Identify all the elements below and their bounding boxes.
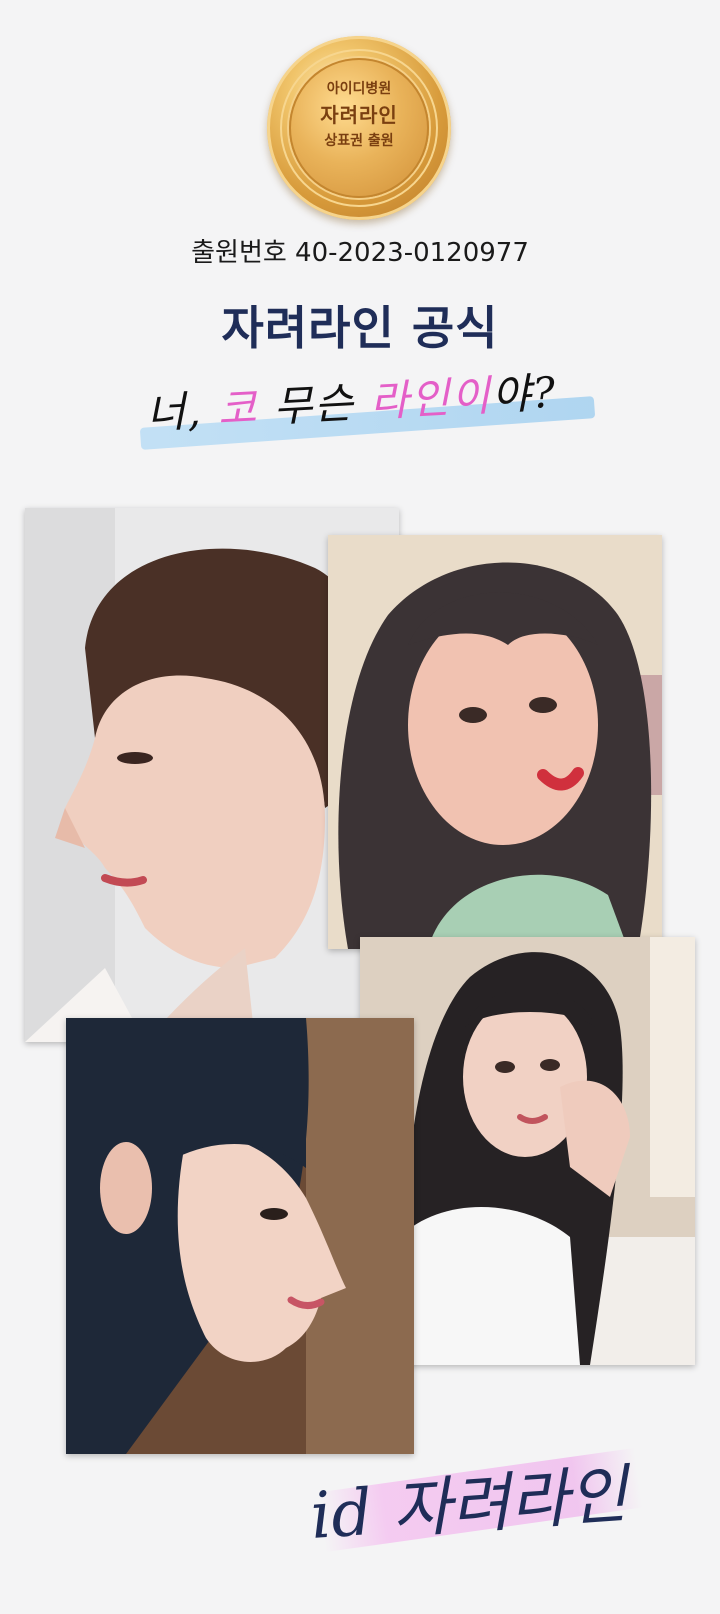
signature-text: id 자려라인 — [308, 1458, 630, 1554]
tagline: 너, 코 무슨 라인이야? — [139, 360, 600, 460]
page-title: 자려라인 공식 — [221, 301, 499, 355]
seal-trademark-label: 상표권 출원 — [324, 133, 394, 149]
page: 아이디병원 자려라인 상표권 출원 출원번호 40-2023-0120977 자… — [0, 0, 720, 1614]
tagline-part-2: 코 — [216, 383, 260, 435]
tagline-text: 너, 코 무슨 라인이야? — [145, 356, 608, 441]
tagline-part-4: 라인이 — [368, 370, 494, 427]
tagline-part-5: 야? — [490, 367, 559, 420]
seal-hospital-name: 아이디병원 — [326, 81, 392, 97]
photo-curly-hair-2-image — [328, 535, 662, 949]
brand-signature: id 자려라인 — [300, 1440, 700, 1560]
tagline-part-1: 너, — [145, 385, 220, 438]
photo-curly-hair-2 — [328, 535, 662, 949]
tagline-part-3: 무슨 — [257, 377, 372, 433]
seal-brand-name: 자려라인 — [320, 103, 398, 127]
seal-text: 아이디병원 자려라인 상표권 출원 — [267, 78, 451, 152]
photo-blue-hair-4-image — [66, 1018, 414, 1454]
photo-blue-hair-4 — [66, 1018, 414, 1454]
application-number: 출원번호 40-2023-0120977 — [191, 238, 529, 268]
trademark-seal-badge: 아이디병원 자려라인 상표권 출원 — [267, 36, 451, 220]
